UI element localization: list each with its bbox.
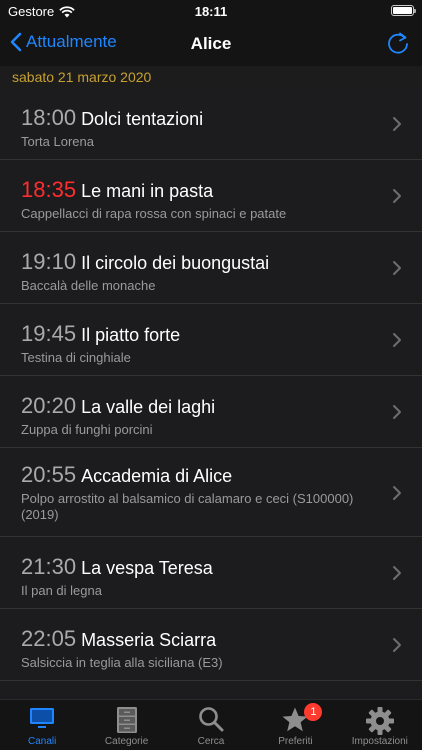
program-time: 19:10 [21,249,77,274]
back-label: Attualmente [26,32,117,51]
search-icon [199,707,224,732]
tab-label: Preferiti [278,736,313,747]
program-row[interactable]: 21:30 La vespa Teresa Il pan di legna [0,537,422,609]
chevron-right-icon [393,638,401,652]
tab-categorie[interactable]: Categorie [84,700,168,750]
tab-label: Impostazioni [351,736,408,747]
tab-label: Canali [28,736,57,747]
program-subtitle: Il pan di legna [21,583,102,598]
program-title: Le mani in pasta [81,181,214,201]
chevron-right-icon [393,333,401,347]
program-time: 18:35 [21,177,77,202]
program-subtitle: Testina di cinghiale [21,350,131,365]
program-heading: 20:55 Accademia di Alice [21,462,378,488]
program-time: 22:05 [21,626,77,651]
program-title: Il piatto forte [81,325,181,345]
tab-preferiti[interactable]: 1 Preferiti [253,700,337,750]
program-subtitle: Baccalà delle monache [21,278,156,293]
navigation-bar: Attualmente Alice [0,22,422,66]
chevron-right-icon [393,117,401,131]
tab-impostazioni[interactable]: Impostazioni [338,700,422,750]
program-time: 19:45 [21,321,77,346]
tab-canali[interactable]: Canali [0,700,84,750]
tab-label: Categorie [104,736,149,747]
program-subtitle: Zuppa di funghi porcini [21,422,153,437]
program-title: Accademia di Alice [81,466,233,486]
program-heading: 18:35 Le mani in pasta [21,177,378,203]
program-row[interactable]: 18:35 Le mani in pasta Cappellacci di rapa… [0,160,422,232]
chevron-right-icon [393,405,401,419]
tab-cerca[interactable]: Cerca [169,700,253,750]
chevron-right-icon [393,566,401,580]
status-bar: Gestore 18:11 [0,0,422,22]
program-title: La valle dei laghi [81,397,216,417]
tv-icon [30,708,55,728]
chevron-right-icon [393,261,401,275]
program-title: La vespa Teresa [81,558,213,578]
program-heading: 20:20 La valle dei laghi [21,393,378,419]
program-row[interactable]: 22:05 Masseria Sciarra Salsiccia in teglia… [0,609,422,681]
cabinet-icon [116,707,137,733]
program-time: 21:30 [21,554,77,579]
program-time: 18:00 [21,105,77,130]
program-time: 20:20 [21,393,77,418]
program-subtitle: Torta Lorena [21,134,94,149]
program-heading: 21:30 La vespa Teresa [21,554,378,580]
program-heading: 19:10 Il circolo dei buongustai [21,249,378,275]
chevron-right-icon [393,189,401,203]
date-header: sabato 21 marzo 2020 [0,66,422,88]
tab-bar: Canali Categorie Cerca 1 Preferiti Impos… [0,699,422,750]
refresh-icon[interactable] [384,30,412,58]
chevron-left-icon [10,32,22,52]
battery-icon [391,5,416,16]
tab-label: Cerca [197,736,225,747]
favorites-badge: 1 [304,703,323,721]
status-time: 18:11 [194,4,228,19]
program-row[interactable]: 20:20 La valle dei laghi Zuppa di funghi p… [0,376,422,448]
program-subtitle: Polpo arrostito al balsamico di calamaro… [21,491,354,522]
program-subtitle: Cappellacci di rapa rossa con spinaci e … [21,206,287,221]
program-heading: 18:00 Dolci tentazioni [21,105,378,131]
program-title: Dolci tentazioni [81,109,204,129]
program-row[interactable]: 20:55 Accademia di Alice Polpo arrostito a… [0,448,422,537]
program-row[interactable]: 18:00 Dolci tentazioni Torta Lorena [0,88,422,160]
program-time: 20:55 [21,462,77,487]
program-list: 18:00 Dolci tentazioni Torta Lorena 18:35 Le… [0,88,422,699]
program-row[interactable]: 19:45 Il piatto forte Testina di cinghiale [0,304,422,376]
gear-icon [365,707,394,735]
program-row[interactable]: 19:10 Il circolo dei buongustai Baccalà de… [0,232,422,304]
back-button[interactable]: Attualmente [10,32,117,52]
program-heading: 19:45 Il piatto forte [21,321,378,347]
program-title: Masseria Sciarra [81,630,217,650]
program-heading: 22:05 Masseria Sciarra [21,626,378,652]
program-title: Il circolo dei buongustai [81,253,270,273]
program-subtitle: Salsiccia in teglia alla siciliana (E3) [21,655,223,670]
chevron-right-icon [393,486,401,500]
